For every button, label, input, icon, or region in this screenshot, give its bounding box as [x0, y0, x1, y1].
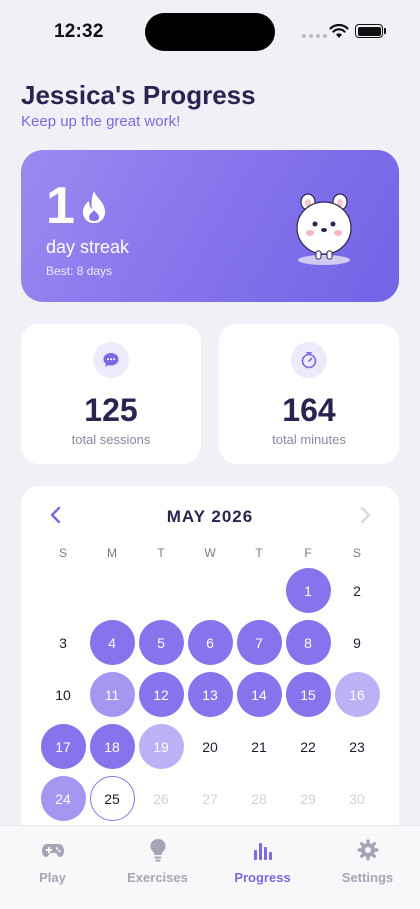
tab-label: Settings — [341, 870, 394, 885]
minutes-label: total minutes — [272, 432, 346, 447]
calendar-day[interactable]: 11 — [89, 672, 135, 717]
calendar-day: 30 — [349, 790, 365, 807]
calendar-day: 26 — [153, 790, 169, 807]
weekday-label: S — [352, 546, 361, 560]
wifi-icon — [329, 24, 349, 38]
calendar-day[interactable]: 22 — [286, 724, 331, 769]
calendar-day[interactable]: 12 — [138, 672, 184, 717]
tab-progress[interactable]: Progress — [210, 838, 315, 885]
calendar-day[interactable]: 16 — [334, 672, 380, 717]
calendar-day[interactable]: 23 — [335, 724, 380, 769]
streak-best: Best: 8 days — [46, 264, 113, 278]
streak-card: 1 day streak Best: 8 days — [21, 150, 399, 302]
calendar-day[interactable]: 20 — [188, 724, 233, 769]
timer-icon — [291, 342, 327, 378]
weekday-label: T — [255, 546, 263, 560]
weekday-label: T — [157, 546, 165, 560]
calendar-day: 29 — [300, 790, 316, 807]
minutes-stat-card: 164 total minutes — [219, 324, 399, 464]
calendar-day[interactable]: 10 — [41, 672, 86, 717]
status-time: 12:32 — [54, 21, 104, 42]
calendar-month-title: MAY 2026 — [166, 507, 254, 526]
page-title: Jessica's Progress — [21, 80, 256, 110]
gamepad-icon — [0, 838, 105, 862]
sessions-stat-card: 125 total sessions — [21, 324, 201, 464]
tab-exercises[interactable]: Exercises — [105, 838, 210, 885]
streak-count: 1 — [46, 177, 75, 235]
calendar-day[interactable]: 2 — [335, 568, 380, 613]
tab-label: Play — [39, 870, 66, 885]
bar-chart-icon — [210, 838, 315, 862]
calendar-day[interactable]: 24 — [40, 776, 86, 821]
tab-label: Exercises — [127, 870, 188, 885]
tab-label: Progress — [234, 870, 291, 885]
lightbulb-icon — [105, 838, 210, 862]
minutes-value: 164 — [282, 392, 336, 428]
tab-bar: Play Exercises Progress Settings — [0, 825, 420, 909]
signal-dots-icon — [302, 34, 327, 38]
calendar-day[interactable]: 6 — [187, 620, 233, 665]
chevron-right-icon — [360, 506, 371, 524]
chat-bubble-icon — [93, 342, 129, 378]
streak-label: day streak — [46, 237, 130, 257]
calendar-day[interactable]: 15 — [285, 672, 331, 717]
dynamic-island — [145, 13, 275, 51]
weekday-label: S — [58, 546, 67, 560]
status-bar: 12:32 — [0, 0, 420, 62]
tab-settings[interactable]: Settings — [315, 838, 420, 885]
sessions-label: total sessions — [71, 432, 151, 447]
calendar-day[interactable]: 19 — [138, 724, 184, 769]
weekday-label: F — [304, 546, 312, 560]
calendar-day[interactable]: 14 — [236, 672, 282, 717]
flame-icon — [83, 191, 105, 223]
calendar-day: 27 — [202, 790, 218, 807]
calendar-day[interactable]: 3 — [41, 620, 86, 665]
calendar-day[interactable]: 17 — [40, 724, 86, 769]
calendar-day[interactable]: 9 — [335, 620, 380, 665]
bunny-mascot-icon — [296, 193, 352, 265]
page-subtitle: Keep up the great work! — [21, 113, 181, 130]
calendar-day[interactable]: 7 — [236, 620, 282, 665]
gear-icon — [315, 838, 420, 862]
calendar-day[interactable]: 4 — [89, 620, 135, 665]
calendar-day-today[interactable]: 25 — [89, 776, 135, 821]
weekday-label: M — [107, 546, 117, 560]
tab-play[interactable]: Play — [0, 838, 105, 885]
calendar-day[interactable]: 1 — [285, 568, 331, 613]
calendar-day[interactable]: 18 — [89, 724, 135, 769]
calendar-day[interactable]: 21 — [237, 724, 282, 769]
calendar-day: 28 — [251, 790, 267, 807]
battery-icon — [355, 24, 383, 38]
calendar-day[interactable]: 13 — [187, 672, 233, 717]
calendar-day[interactable]: 5 — [138, 620, 184, 665]
weekday-label: W — [204, 546, 216, 560]
calendar-day[interactable]: 8 — [285, 620, 331, 665]
sessions-value: 125 — [84, 392, 138, 428]
